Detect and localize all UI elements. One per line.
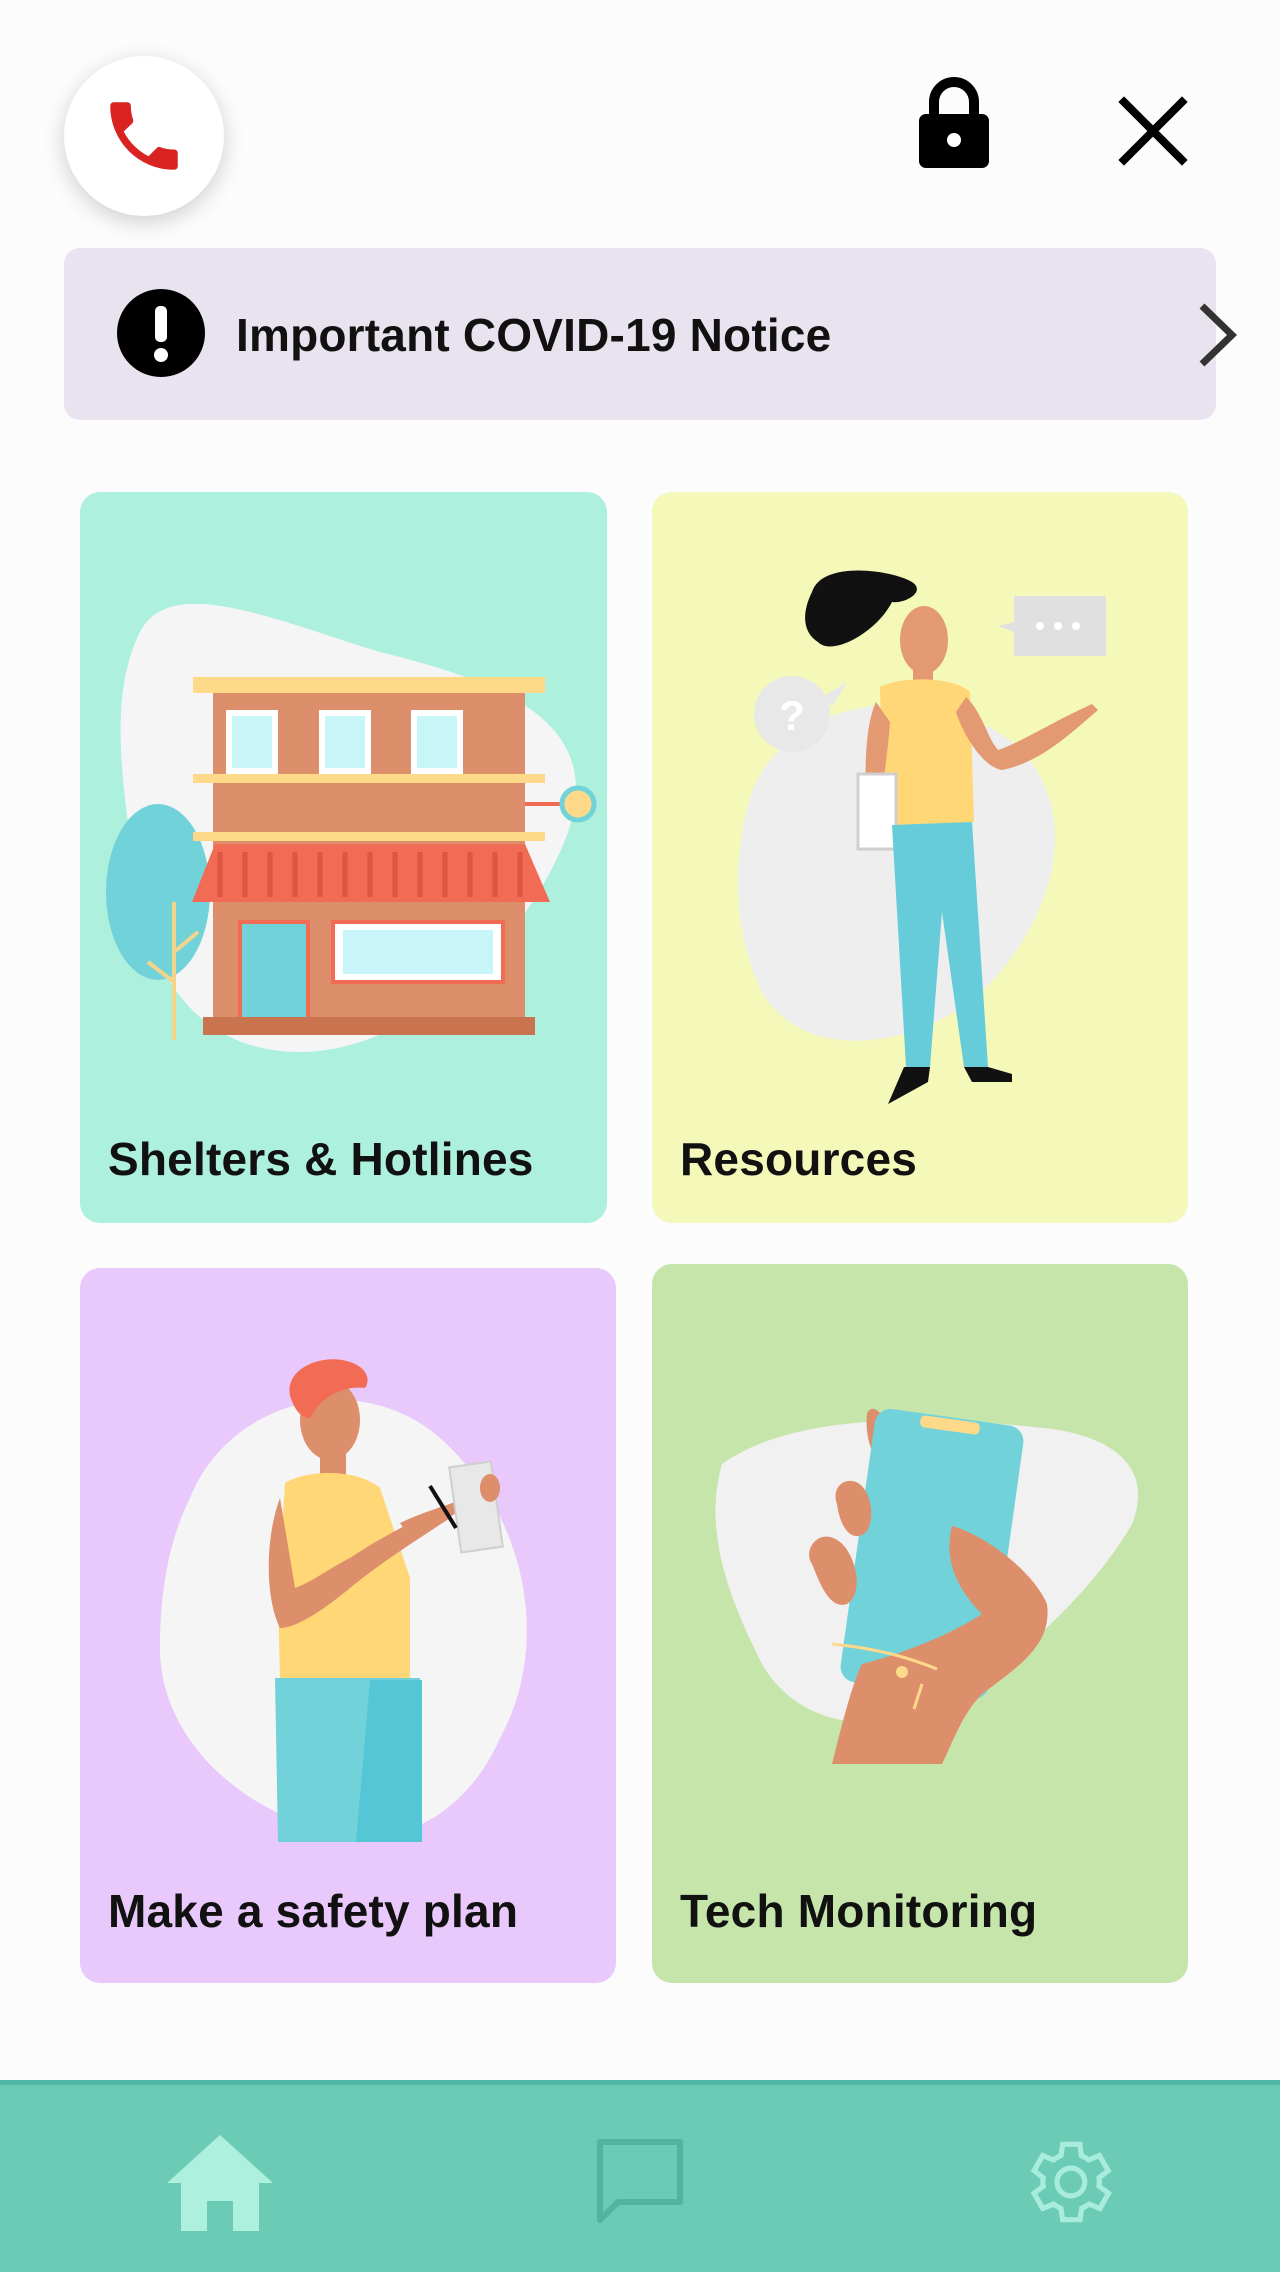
- card-title-safety-plan: Make a safety plan: [108, 1885, 519, 1937]
- hand-phone-illustration: [715, 1408, 1139, 1764]
- notice-label: Important COVID-19 Notice: [236, 309, 832, 361]
- card-title-shelters: Shelters & Hotlines: [108, 1133, 534, 1185]
- phone-icon: [110, 102, 178, 170]
- card-title-tech-monitoring: Tech Monitoring: [680, 1885, 1038, 1937]
- woman-talking-illustration: ?: [738, 570, 1106, 1104]
- card-title-resources: Resources: [680, 1133, 918, 1185]
- gear-icon: [1030, 2141, 1113, 2223]
- home-icon: [167, 2135, 273, 2231]
- card-shelters-hotlines[interactable]: Shelters & Hotlines: [80, 492, 607, 1223]
- card-tech-monitoring[interactable]: Tech Monitoring: [652, 1264, 1188, 1983]
- nav-home[interactable]: [165, 2127, 275, 2237]
- chevron-right-icon: [1199, 303, 1238, 367]
- card-resources[interactable]: ? Resources: [652, 492, 1188, 1223]
- covid-notice-banner[interactable]: Important COVID-19 Notice: [64, 248, 1238, 420]
- nav-settings[interactable]: [1012, 2127, 1122, 2237]
- nav-messages[interactable]: [585, 2127, 695, 2237]
- bottom-navigation: [0, 2080, 1280, 2272]
- exclamation-icon: [117, 289, 205, 377]
- close-icon[interactable]: [1118, 96, 1188, 166]
- call-button[interactable]: [64, 56, 224, 216]
- svg-text:?: ?: [779, 692, 805, 739]
- person-writing-illustration: [160, 1359, 527, 1842]
- building-illustration: [106, 603, 597, 1052]
- lock-icon[interactable]: [916, 74, 992, 170]
- card-safety-plan[interactable]: Make a safety plan: [80, 1268, 616, 1983]
- chat-icon: [597, 2139, 683, 2223]
